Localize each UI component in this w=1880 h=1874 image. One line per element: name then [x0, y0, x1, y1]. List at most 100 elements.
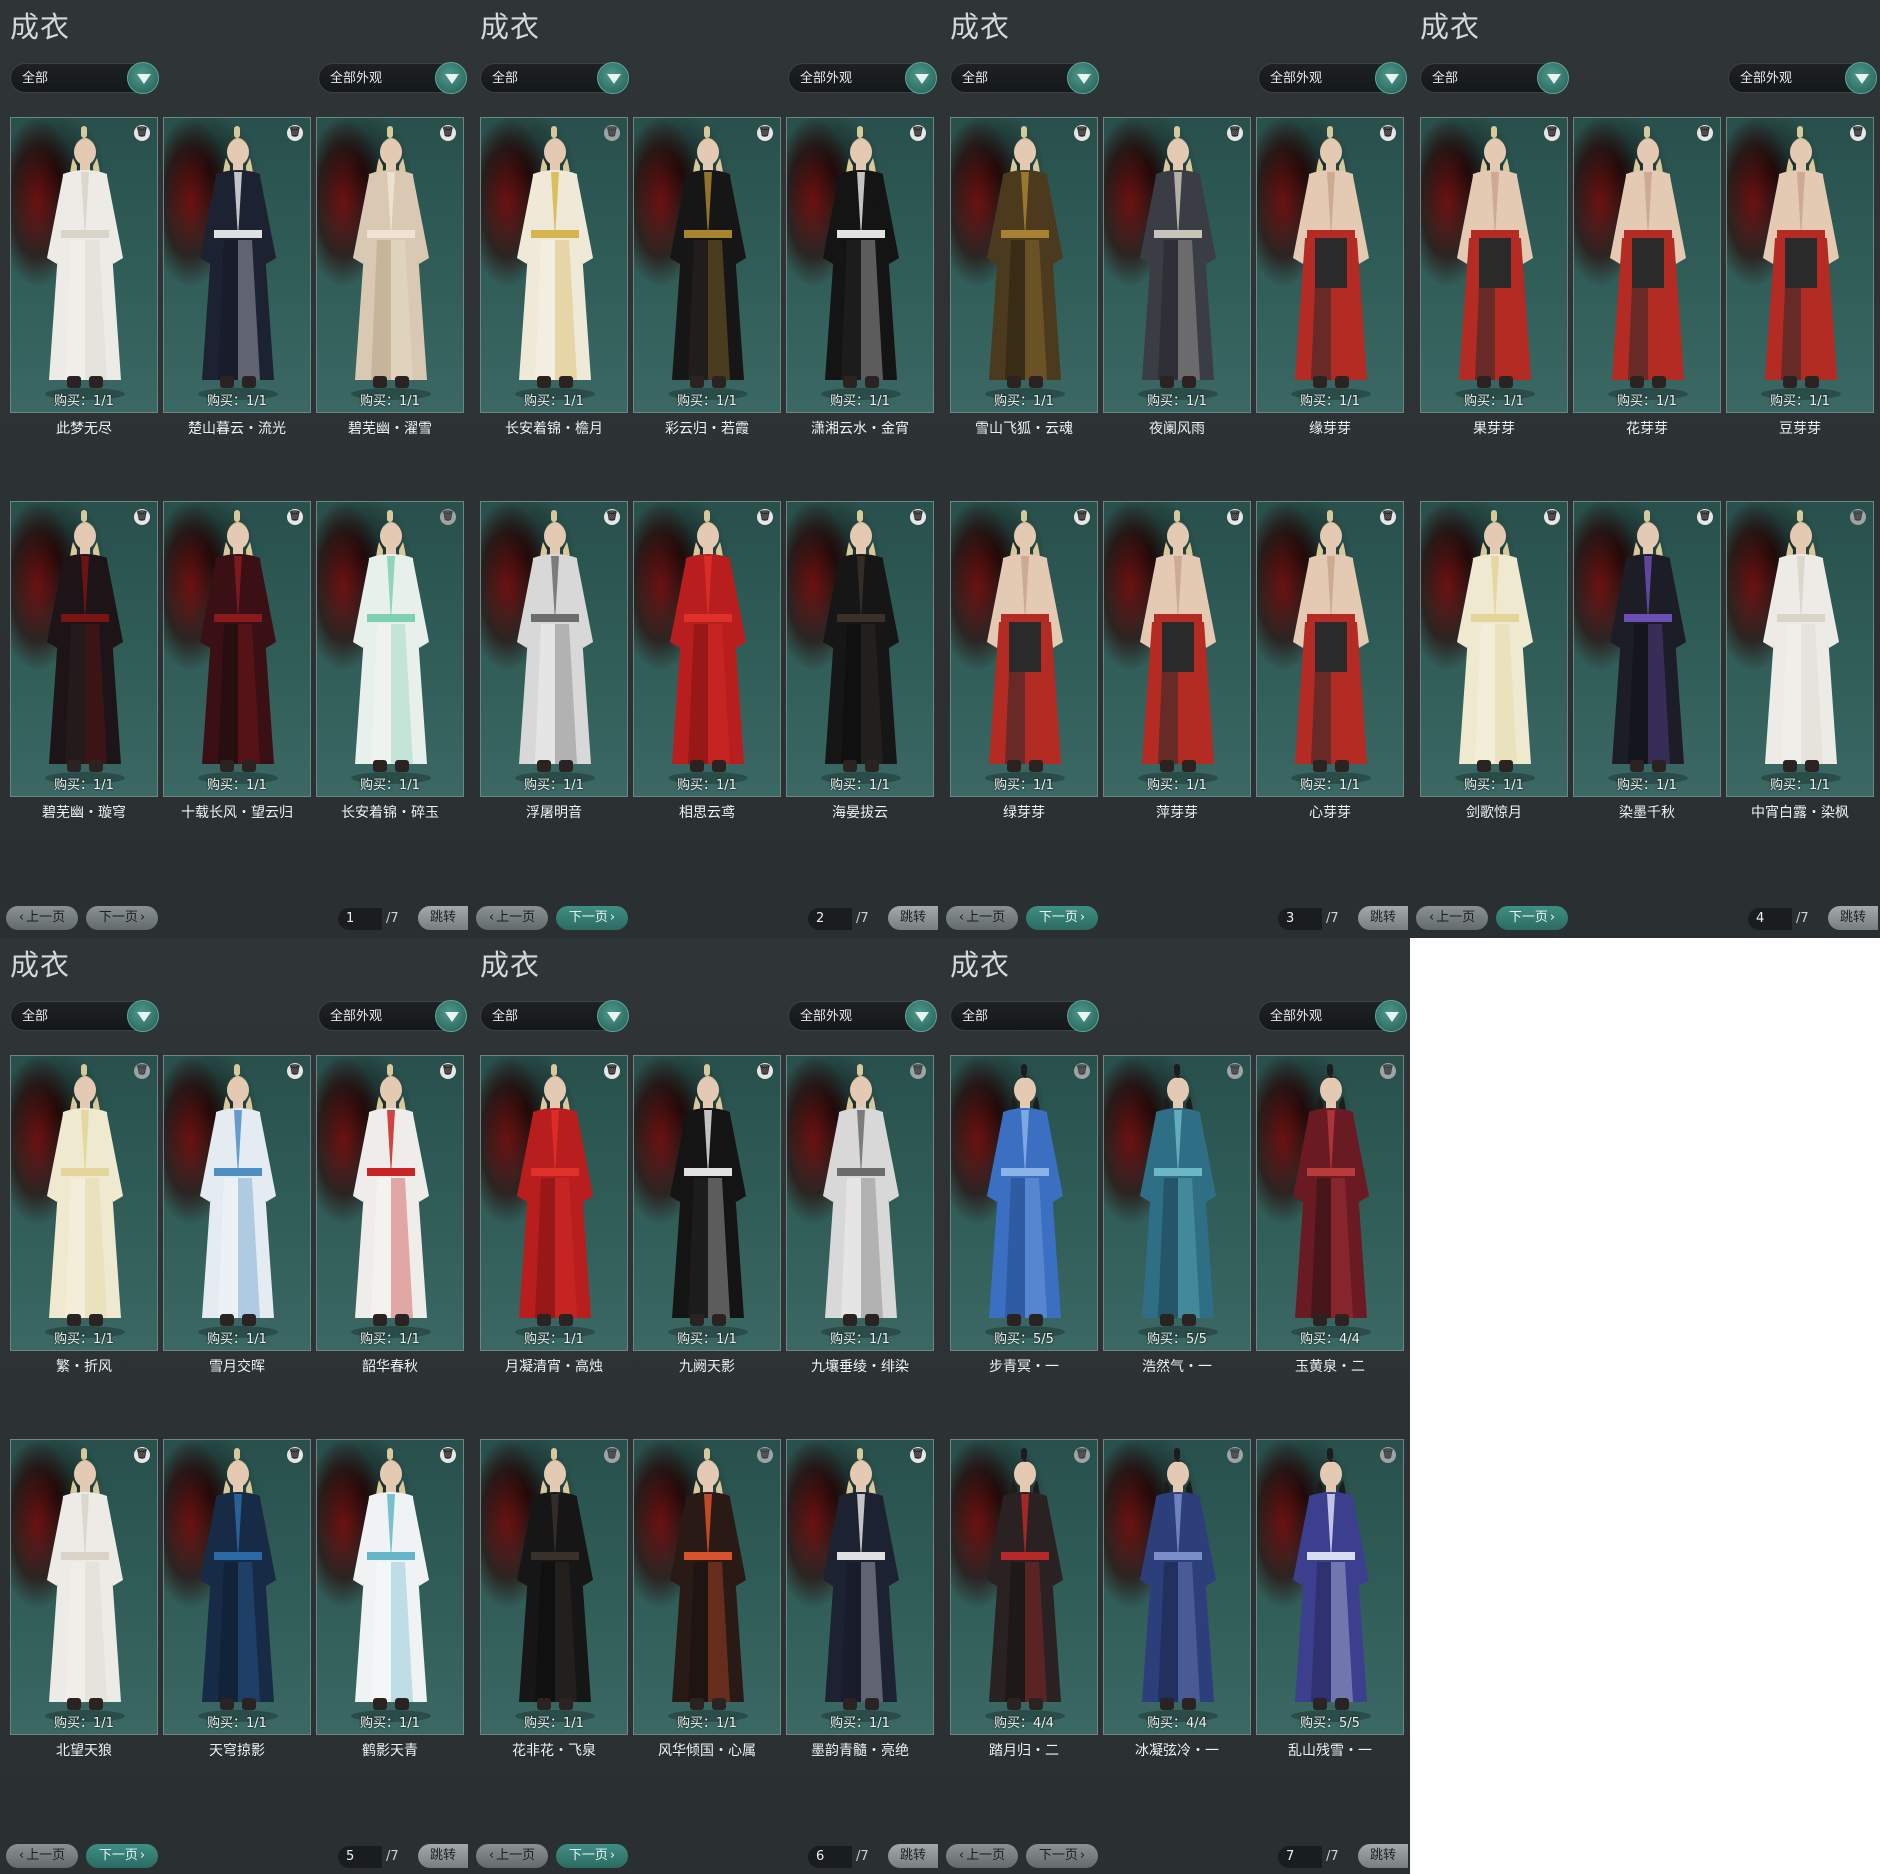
outfit-card[interactable]: 🗑 购买：1/1: [786, 1439, 934, 1735]
chevron-down-icon[interactable]: [435, 1000, 467, 1032]
next-page-button[interactable]: 下一页: [556, 1844, 628, 1868]
outfit-card[interactable]: 🗑 购买：1/1: [1726, 117, 1874, 413]
chevron-down-icon[interactable]: [127, 62, 159, 94]
outfit-card[interactable]: 🗑 购买：1/1: [950, 501, 1098, 797]
trash-icon[interactable]: 🗑: [1227, 1063, 1243, 1079]
outfit-card[interactable]: 🗑 购买：1/1: [633, 1439, 781, 1735]
next-page-button[interactable]: 下一页: [1026, 906, 1098, 930]
outfit-card[interactable]: 🗑 购买：1/1: [1103, 117, 1251, 413]
chevron-down-icon[interactable]: [905, 1000, 937, 1032]
jump-button[interactable]: 跳转: [888, 906, 938, 930]
trash-icon[interactable]: 🗑: [1074, 1063, 1090, 1079]
jump-button[interactable]: 跳转: [1828, 906, 1878, 930]
category-filter-dropdown[interactable]: 全部: [950, 1000, 1099, 1032]
trash-icon[interactable]: 🗑: [440, 509, 456, 525]
appearance-filter-dropdown[interactable]: 全部外观: [318, 1000, 467, 1032]
trash-icon[interactable]: 🗑: [134, 1063, 150, 1079]
prev-page-button[interactable]: 上一页: [476, 906, 548, 930]
trash-icon[interactable]: 🗑: [604, 125, 620, 141]
trash-icon[interactable]: 🗑: [1544, 509, 1560, 525]
outfit-card[interactable]: 🗑 购买：5/5: [1103, 1055, 1251, 1351]
trash-icon[interactable]: 🗑: [1380, 1063, 1396, 1079]
trash-icon[interactable]: 🗑: [1850, 125, 1866, 141]
jump-button[interactable]: 跳转: [418, 906, 468, 930]
category-filter-dropdown[interactable]: 全部: [10, 1000, 159, 1032]
outfit-card[interactable]: 🗑 购买：1/1: [163, 501, 311, 797]
chevron-down-icon[interactable]: [1067, 62, 1099, 94]
trash-icon[interactable]: 🗑: [757, 1447, 773, 1463]
category-filter-dropdown[interactable]: 全部: [1420, 62, 1569, 94]
prev-page-button[interactable]: 上一页: [476, 1844, 548, 1868]
appearance-filter-dropdown[interactable]: 全部外观: [788, 62, 937, 94]
trash-icon[interactable]: 🗑: [1850, 509, 1866, 525]
outfit-card[interactable]: 🗑 购买：5/5: [950, 1055, 1098, 1351]
outfit-card[interactable]: 🗑 购买：1/1: [163, 1439, 311, 1735]
outfit-card[interactable]: 🗑 购买：1/1: [786, 501, 934, 797]
trash-icon[interactable]: 🗑: [134, 1447, 150, 1463]
outfit-card[interactable]: 🗑 购买：1/1: [633, 1055, 781, 1351]
outfit-card[interactable]: 🗑 购买：1/1: [163, 117, 311, 413]
trash-icon[interactable]: 🗑: [287, 1447, 303, 1463]
trash-icon[interactable]: 🗑: [440, 125, 456, 141]
outfit-card[interactable]: 🗑 购买：1/1: [10, 117, 158, 413]
prev-page-button[interactable]: 上一页: [6, 906, 78, 930]
chevron-down-icon[interactable]: [1375, 62, 1407, 94]
outfit-card[interactable]: 🗑 购买：5/5: [1256, 1439, 1404, 1735]
chevron-down-icon[interactable]: [597, 1000, 629, 1032]
jump-button[interactable]: 跳转: [888, 1844, 938, 1868]
trash-icon[interactable]: 🗑: [1544, 125, 1560, 141]
trash-icon[interactable]: 🗑: [134, 509, 150, 525]
outfit-card[interactable]: 🗑 购买：1/1: [633, 117, 781, 413]
chevron-down-icon[interactable]: [1375, 1000, 1407, 1032]
trash-icon[interactable]: 🗑: [1380, 1447, 1396, 1463]
outfit-card[interactable]: 🗑 购买：1/1: [633, 501, 781, 797]
outfit-card[interactable]: 🗑 购买：1/1: [1420, 117, 1568, 413]
outfit-card[interactable]: 🗑 购买：1/1: [480, 117, 628, 413]
outfit-card[interactable]: 🗑 购买：4/4: [1103, 1439, 1251, 1735]
trash-icon[interactable]: 🗑: [1697, 509, 1713, 525]
outfit-card[interactable]: 🗑 购买：1/1: [10, 1439, 158, 1735]
trash-icon[interactable]: 🗑: [440, 1447, 456, 1463]
appearance-filter-dropdown[interactable]: 全部外观: [1728, 62, 1877, 94]
outfit-card[interactable]: 🗑 购买：1/1: [480, 1055, 628, 1351]
outfit-card[interactable]: 🗑 购买：1/1: [1573, 117, 1721, 413]
page-number-input[interactable]: 1: [338, 908, 382, 930]
outfit-card[interactable]: 🗑 购买：1/1: [480, 1439, 628, 1735]
trash-icon[interactable]: 🗑: [1074, 509, 1090, 525]
jump-button[interactable]: 跳转: [1358, 1844, 1408, 1868]
next-page-button[interactable]: 下一页: [86, 906, 158, 930]
trash-icon[interactable]: 🗑: [287, 1063, 303, 1079]
trash-icon[interactable]: 🗑: [910, 125, 926, 141]
trash-icon[interactable]: 🗑: [910, 509, 926, 525]
page-number-input[interactable]: 2: [808, 908, 852, 930]
category-filter-dropdown[interactable]: 全部: [480, 62, 629, 94]
trash-icon[interactable]: 🗑: [604, 1063, 620, 1079]
outfit-card[interactable]: 🗑 购买：1/1: [10, 501, 158, 797]
prev-page-button[interactable]: 上一页: [946, 906, 1018, 930]
trash-icon[interactable]: 🗑: [1697, 125, 1713, 141]
outfit-card[interactable]: 🗑 购买：1/1: [316, 117, 464, 413]
next-page-button[interactable]: 下一页: [1026, 1844, 1098, 1868]
prev-page-button[interactable]: 上一页: [946, 1844, 1018, 1868]
appearance-filter-dropdown[interactable]: 全部外观: [788, 1000, 937, 1032]
trash-icon[interactable]: 🗑: [604, 1447, 620, 1463]
next-page-button[interactable]: 下一页: [1496, 906, 1568, 930]
appearance-filter-dropdown[interactable]: 全部外观: [1258, 62, 1407, 94]
prev-page-button[interactable]: 上一页: [6, 1844, 78, 1868]
outfit-card[interactable]: 🗑 购买：1/1: [1726, 501, 1874, 797]
jump-button[interactable]: 跳转: [418, 1844, 468, 1868]
outfit-card[interactable]: 🗑 购买：1/1: [786, 117, 934, 413]
page-number-input[interactable]: 4: [1748, 908, 1792, 930]
next-page-button[interactable]: 下一页: [556, 906, 628, 930]
trash-icon[interactable]: 🗑: [757, 125, 773, 141]
page-number-input[interactable]: 7: [1278, 1846, 1322, 1868]
trash-icon[interactable]: 🗑: [1074, 125, 1090, 141]
prev-page-button[interactable]: 上一页: [1416, 906, 1488, 930]
chevron-down-icon[interactable]: [597, 62, 629, 94]
category-filter-dropdown[interactable]: 全部: [950, 62, 1099, 94]
outfit-card[interactable]: 🗑 购买：1/1: [1256, 117, 1404, 413]
outfit-card[interactable]: 🗑 购买：1/1: [1573, 501, 1721, 797]
jump-button[interactable]: 跳转: [1358, 906, 1408, 930]
trash-icon[interactable]: 🗑: [287, 125, 303, 141]
outfit-card[interactable]: 🗑 购买：1/1: [316, 1439, 464, 1735]
